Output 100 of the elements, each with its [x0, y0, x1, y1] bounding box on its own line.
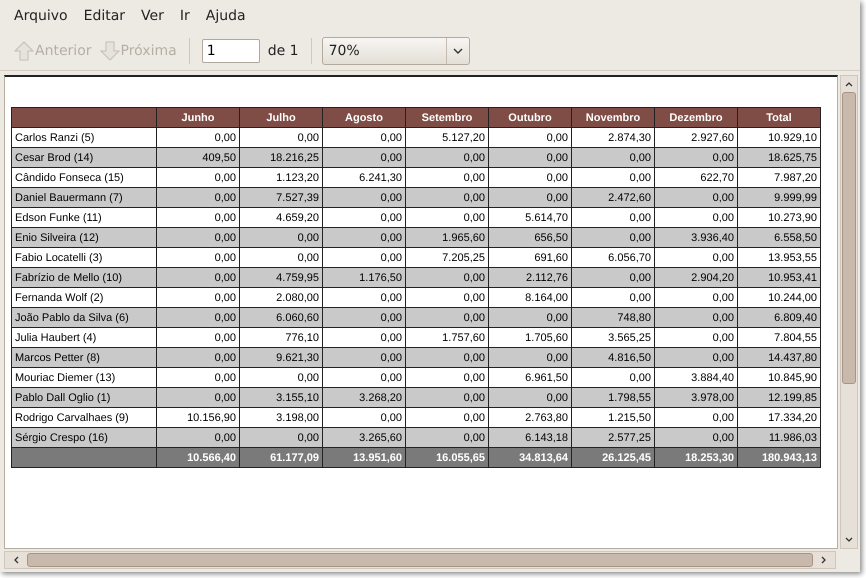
table-cell: 6.961,50 [488, 368, 572, 388]
column-header: Dezembro [654, 108, 738, 128]
page-field[interactable]: 1 [202, 39, 260, 63]
table-cell: 0,00 [654, 308, 738, 328]
table-cell: 1.215,50 [572, 408, 654, 428]
vertical-scrollbar[interactable] [840, 75, 858, 549]
table-cell: 1.965,60 [406, 228, 488, 248]
name-cell: Mouriac Diemer (13) [12, 368, 156, 388]
table-cell: 4.816,50 [572, 348, 654, 368]
table-cell: 0,00 [488, 148, 572, 168]
table-cell: 0,00 [240, 248, 322, 268]
table-cell: 0,00 [156, 308, 240, 328]
total-cell: 13.951,60 [322, 448, 406, 468]
table-cell: 691,60 [488, 248, 572, 268]
total-cell: 16.055,65 [406, 448, 488, 468]
down-arrow-icon [100, 41, 120, 61]
table-cell: 0,00 [488, 128, 572, 148]
scroll-thumb[interactable] [27, 553, 813, 567]
table-cell: 0,00 [406, 268, 488, 288]
table-cell: 0,00 [322, 208, 406, 228]
column-header: Outubro [488, 108, 572, 128]
name-cell: Carlos Ranzi (5) [12, 128, 156, 148]
table-cell: 2.874,30 [572, 128, 654, 148]
table-cell: 0,00 [156, 328, 240, 348]
table-cell: 2.112,76 [488, 268, 572, 288]
table-cell: 2.080,00 [240, 288, 322, 308]
table-cell: 0,00 [406, 388, 488, 408]
table-cell: 0,00 [322, 348, 406, 368]
table-cell: 0,00 [406, 348, 488, 368]
table-cell: 0,00 [406, 368, 488, 388]
table-cell: 10.244,00 [738, 288, 820, 308]
table-cell: 0,00 [156, 428, 240, 448]
table-cell: 0,00 [240, 228, 322, 248]
table-cell: 0,00 [322, 188, 406, 208]
table-cell: 0,00 [572, 148, 654, 168]
table-cell: 2.763,80 [488, 408, 572, 428]
table-cell: 3.565,25 [572, 328, 654, 348]
table-cell: 0,00 [654, 188, 738, 208]
name-cell: Edson Funke (11) [12, 208, 156, 228]
horizontal-scrollbar[interactable] [4, 551, 836, 569]
total-cell: 18.253,30 [654, 448, 738, 468]
table-cell: 0,00 [156, 348, 240, 368]
table-cell: 0,00 [654, 248, 738, 268]
table-cell: 0,00 [488, 168, 572, 188]
table-cell: 0,00 [572, 288, 654, 308]
table-cell: 0,00 [406, 188, 488, 208]
table-cell: 0,00 [322, 228, 406, 248]
name-cell: Fabio Locatelli (3) [12, 248, 156, 268]
table-cell: 0,00 [654, 408, 738, 428]
menu-item[interactable]: Ver [133, 8, 172, 24]
menu-item[interactable]: Arquivo [6, 8, 76, 24]
table-cell: 17.334,20 [738, 408, 820, 428]
up-arrow-icon [14, 41, 34, 61]
table-cell: 0,00 [572, 268, 654, 288]
table-cell: 0,00 [654, 428, 738, 448]
table-cell: 0,00 [322, 308, 406, 328]
table-cell: 9.999,99 [738, 188, 820, 208]
table-cell: 656,50 [488, 228, 572, 248]
zoom-dropdown[interactable]: 70% [322, 37, 470, 65]
table-cell: 2.927,60 [654, 128, 738, 148]
menu-item[interactable]: Ajuda [198, 8, 254, 24]
table-cell: 409,50 [156, 148, 240, 168]
table-cell: 7.527,39 [240, 188, 322, 208]
table-cell: 12.199,85 [738, 388, 820, 408]
table-cell: 10.929,10 [738, 128, 820, 148]
table-cell: 0,00 [406, 168, 488, 188]
table-cell: 0,00 [156, 368, 240, 388]
table-cell: 0,00 [240, 368, 322, 388]
table-cell: 0,00 [322, 368, 406, 388]
table-cell: 14.437,80 [738, 348, 820, 368]
table-cell: 0,00 [406, 208, 488, 228]
table-cell: 1.757,60 [406, 328, 488, 348]
scroll-thumb[interactable] [842, 92, 856, 384]
table-cell: 622,70 [654, 168, 738, 188]
column-header: Setembro [406, 108, 488, 128]
name-cell: Cândido Fonseca (15) [12, 168, 156, 188]
table-cell: 0,00 [322, 248, 406, 268]
name-cell: João Pablo da Silva (6) [12, 308, 156, 328]
table-cell: 0,00 [406, 308, 488, 328]
table-cell: 6.241,30 [322, 168, 406, 188]
table-cell: 6.558,50 [738, 228, 820, 248]
column-header: Agosto [322, 108, 406, 128]
table-cell: 0,00 [156, 168, 240, 188]
table-cell: 0,00 [156, 248, 240, 268]
table-cell: 10.845,90 [738, 368, 820, 388]
name-cell: Julia Haubert (4) [12, 328, 156, 348]
table-cell: 3.268,20 [322, 388, 406, 408]
menu-item[interactable]: Editar [76, 8, 134, 24]
total-cell: 34.813,64 [488, 448, 572, 468]
total-cell: 10.566,40 [156, 448, 240, 468]
table-cell: 6.143,18 [488, 428, 572, 448]
table-cell: 0,00 [572, 208, 654, 228]
table-cell: 0,00 [156, 228, 240, 248]
table-cell: 0,00 [572, 168, 654, 188]
table-cell: 1.798,55 [572, 388, 654, 408]
table-cell: 0,00 [406, 428, 488, 448]
table-cell: 7.804,55 [738, 328, 820, 348]
menu-item[interactable]: Ir [172, 8, 198, 24]
table-cell: 0,00 [654, 328, 738, 348]
table-cell: 0,00 [406, 148, 488, 168]
